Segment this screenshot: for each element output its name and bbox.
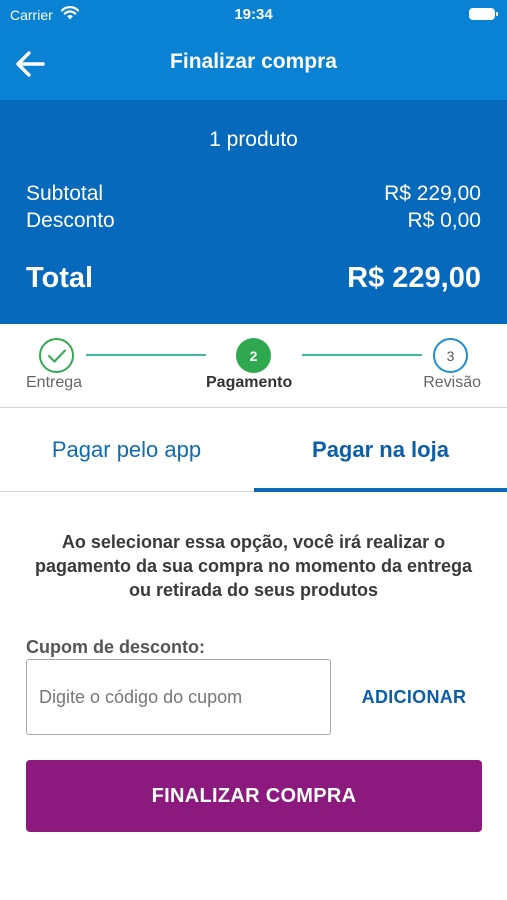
payment-info-text: Ao selecionar essa opção, você irá reali… [34,532,473,600]
subtotal-row: Subtotal R$ 229,00 [26,182,481,206]
battery-icon [469,8,498,20]
nav-bar: Finalizar compra [0,30,507,100]
step-connector [302,354,422,356]
tab-pagar-pelo-app[interactable]: Pagar pelo app [0,408,253,492]
total-value: R$ 229,00 [347,262,481,294]
subtotal-label: Subtotal [26,182,104,205]
discount-row: Desconto R$ 0,00 [26,209,481,233]
total-row: Total R$ 229,00 [26,262,481,295]
step-entrega-circle [39,338,74,373]
add-coupon-button[interactable]: ADICIONAR [349,676,479,718]
payment-tabs: Pagar pelo app Pagar na loja [0,408,507,492]
total-label: Total [26,262,94,294]
page-title: Finalizar compra [170,50,337,73]
checkmark-icon [47,349,66,362]
step-connector [86,354,206,356]
step-pagamento-circle: 2 [236,338,271,373]
status-time: 19:34 [234,6,273,23]
checkout-stepper: 2 3 Entrega Pagamento Revisão [0,324,507,408]
coupon-label: Cupom de desconto: [26,637,205,657]
tab-pagar-na-loja[interactable]: Pagar na loja [254,408,507,492]
step-entrega-label: Entrega [26,374,83,391]
product-count: 1 produto [209,128,298,151]
step-revisao-label: Revisão [423,374,481,391]
finalize-purchase-button[interactable]: FINALIZAR COMPRA [26,760,482,832]
coupon-input[interactable] [26,659,331,735]
step-pagamento-label: Pagamento [206,374,293,391]
active-tab-indicator [254,488,507,492]
subtotal-value: R$ 229,00 [384,182,481,205]
discount-value: R$ 0,00 [407,209,481,232]
step-revisao-circle: 3 [433,338,468,373]
status-bar: Carrier 19:34 [0,0,507,30]
discount-label: Desconto [26,209,115,232]
order-summary: 1 produto Subtotal R$ 229,00 Desconto R$… [0,100,507,324]
